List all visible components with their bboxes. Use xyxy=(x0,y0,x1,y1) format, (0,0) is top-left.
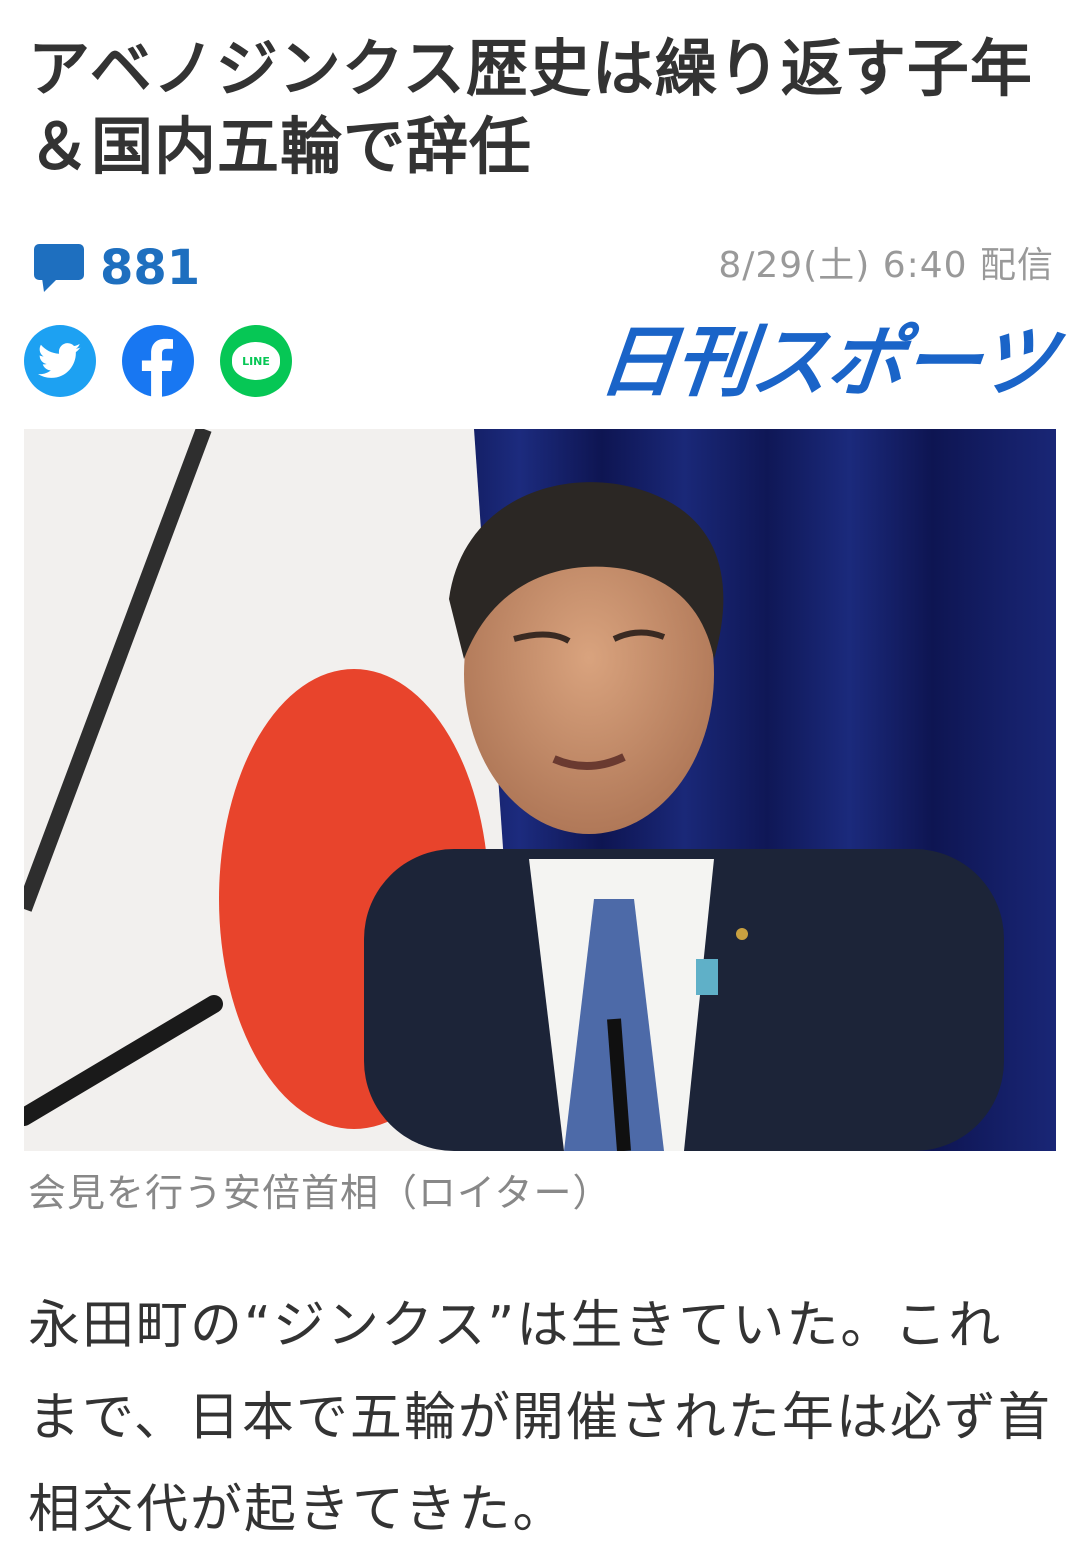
line-icon: LINE xyxy=(232,342,280,380)
article-headline: アベノジンクス歴史は繰り返す子年＆国内五輪で辞任 xyxy=(28,32,1033,183)
facebook-share-button[interactable] xyxy=(122,325,194,397)
article-body: 永田町の“ジンクス”は生きていた。これまで、日本で五輪が開催された年は必ず首相交… xyxy=(28,1296,1052,1540)
share-buttons: LINE xyxy=(24,325,292,397)
photo-caption: 会見を行う安倍首相（ロイター） xyxy=(28,1171,612,1215)
publisher-logo[interactable]: 日刊スポーツ xyxy=(594,300,1060,412)
line-share-button[interactable]: LINE xyxy=(220,325,292,397)
publish-date: 8/29(土) 6:40 配信 xyxy=(718,245,1054,286)
article-photo xyxy=(24,429,1056,1151)
comment-icon xyxy=(34,244,84,292)
twitter-share-button[interactable] xyxy=(24,325,96,397)
comment-count: 881 xyxy=(100,240,201,296)
line-label: LINE xyxy=(242,354,270,368)
comments-link[interactable]: 881 xyxy=(32,238,200,298)
facebook-icon xyxy=(141,338,173,397)
twitter-icon xyxy=(38,343,81,378)
